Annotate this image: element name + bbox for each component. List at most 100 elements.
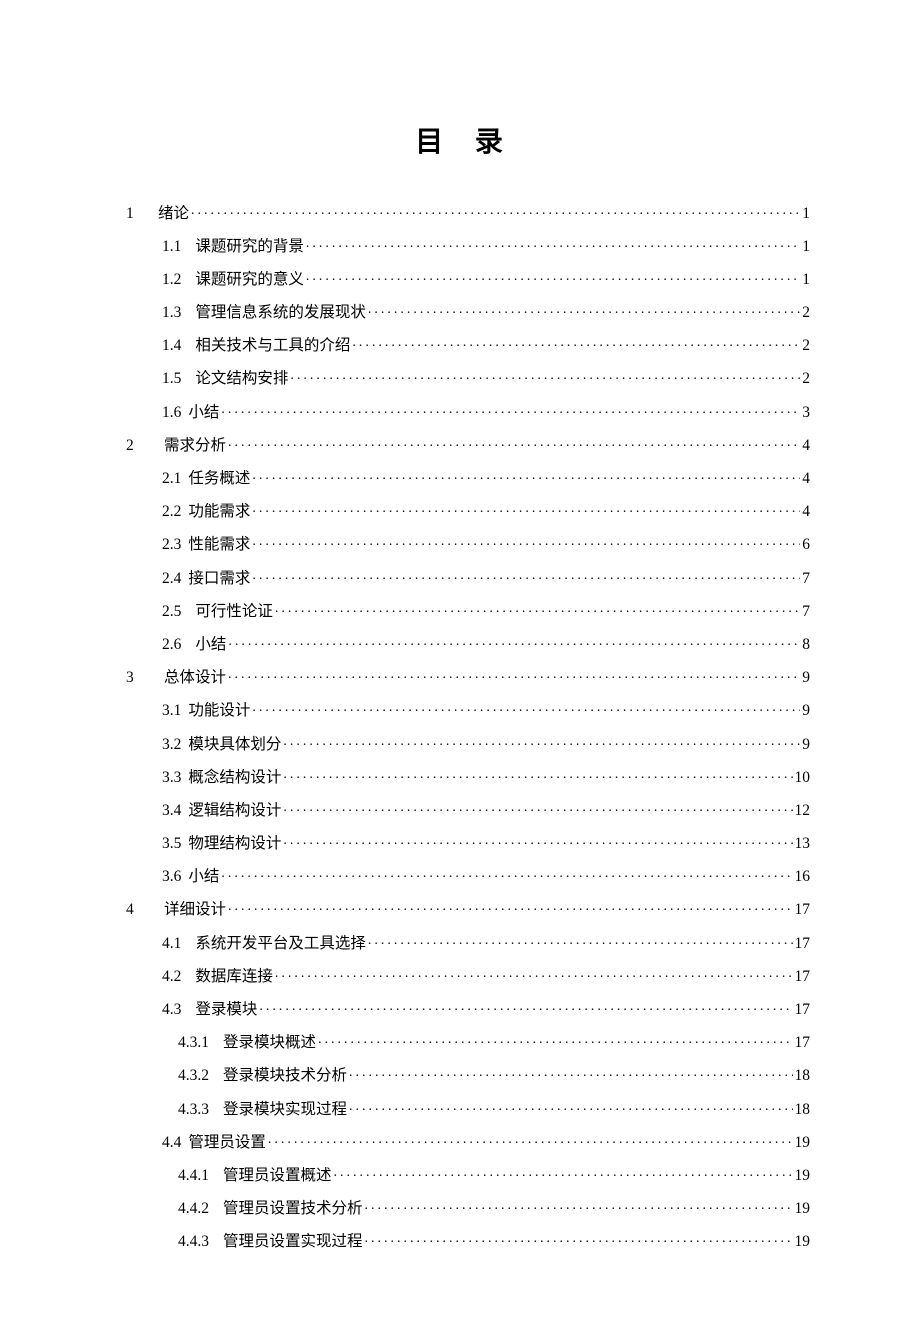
toc-entry: 2需求分析 4	[120, 434, 810, 453]
toc-entry-page: 19	[793, 1168, 811, 1184]
toc-entry-number: 4.4	[162, 1134, 181, 1151]
toc-entry: 3.5物理结构设计13	[120, 833, 810, 852]
toc-dot-leader	[365, 1231, 793, 1247]
toc-entry: 3.1 功能设计 9	[120, 700, 810, 719]
toc-entry-number: 3.1	[162, 702, 181, 719]
toc-entry-page: 9	[800, 670, 810, 686]
toc-entry: 1.5论文结构安排 2	[120, 368, 810, 387]
toc-entry-page: 1	[800, 206, 810, 222]
toc-entry-title: 物理结构设计	[188, 835, 281, 852]
toc-dot-leader	[228, 434, 800, 450]
toc-entry-number: 3.4	[162, 802, 181, 819]
toc-dot-leader	[318, 1032, 792, 1048]
toc-entry-title: 登录模块实现过程	[223, 1101, 347, 1118]
toc-entry: 2.3性能需求6	[120, 534, 810, 553]
toc-entry: 4.3.1登录模块概述17	[120, 1032, 810, 1051]
toc-entry-page: 13	[793, 836, 811, 852]
toc-dot-leader	[252, 468, 800, 484]
toc-entry-number: 4.3.2	[178, 1067, 209, 1084]
toc-entry-page: 19	[793, 1201, 811, 1217]
toc-entry-number: 4.3.1	[178, 1034, 209, 1051]
toc-entry-title: 绪论	[158, 205, 189, 222]
toc-entry-label: 2.4接口需求	[162, 571, 252, 587]
toc-entry: 4.4.1管理员设置概述19	[120, 1164, 810, 1183]
toc-entry-number: 4.1	[162, 935, 181, 952]
toc-entry-page: 8	[800, 637, 810, 653]
toc-dot-leader	[334, 1164, 793, 1180]
table-of-contents: 1 绪论 1 1.1 课题研究的背景 1 1.2课题研究的意义1 1.3管理信息系统的发展现状…	[120, 202, 810, 1250]
toc-entry-title: 管理员设置技术分析	[223, 1200, 363, 1217]
toc-entry-label: 1.5论文结构安排	[162, 371, 290, 387]
toc-entry-label: 4.4.3 管理员设置实现过程	[178, 1234, 365, 1250]
toc-entry: 2.2功能需求4	[120, 501, 810, 520]
toc-entry-number: 3.3	[162, 769, 181, 786]
toc-entry-number: 4.3.3	[178, 1101, 209, 1118]
toc-entry-label: 2.6小结	[162, 637, 228, 653]
toc-dot-leader	[221, 866, 792, 882]
toc-entry-label: 2需求分析	[126, 438, 228, 454]
toc-entry-number: 4	[126, 902, 144, 918]
toc-entry-title: 管理员设置概述	[223, 1167, 332, 1184]
toc-dot-leader	[349, 1098, 792, 1114]
toc-entry-page: 19	[793, 1234, 811, 1250]
toc-entry: 2.5可行性论证7	[120, 600, 810, 619]
toc-entry-title: 课题研究的背景	[195, 238, 304, 255]
toc-entry-title: 小结	[188, 404, 219, 421]
toc-entry-page: 12	[793, 803, 811, 819]
toc-entry-title: 论文结构安排	[195, 370, 288, 387]
toc-dot-leader	[275, 600, 800, 616]
toc-entry-label: 4.1 系统开发平台及工具选择	[162, 936, 368, 952]
toc-entry-number: 4.4.3	[178, 1233, 209, 1250]
toc-entry-page: 17	[793, 936, 811, 952]
toc-entry-page: 17	[793, 1002, 811, 1018]
toc-dot-leader	[228, 899, 792, 915]
toc-entry-number: 4.2	[162, 968, 181, 985]
toc-entry-title: 登录模块概述	[223, 1034, 316, 1051]
toc-dot-leader	[306, 268, 800, 284]
toc-entry-number: 1	[126, 206, 144, 222]
toc-entry: 4.3.3 登录模块实现过程 18	[120, 1098, 810, 1117]
toc-entry: 1.2课题研究的意义1	[120, 268, 810, 287]
toc-entry-page: 2	[800, 371, 810, 387]
toc-entry-page: 16	[793, 869, 811, 885]
toc-entry-number: 1.2	[162, 271, 181, 288]
toc-entry-label: 1.3管理信息系统的发展现状	[162, 305, 368, 321]
toc-entry: 4.1 系统开发平台及工具选择 17	[120, 932, 810, 951]
toc-entry-page: 4	[800, 504, 810, 520]
toc-entry-label: 1.6小结	[162, 405, 221, 421]
toc-entry-label: 4.4管理员设置	[162, 1135, 268, 1151]
toc-entry-label: 4.2数据库连接	[162, 969, 275, 985]
toc-entry-number: 2	[126, 438, 144, 454]
toc-entry-number: 2.5	[162, 603, 181, 620]
toc-entry: 2.1任务概述4	[120, 468, 810, 487]
toc-dot-leader	[306, 235, 800, 251]
toc-dot-leader	[368, 302, 800, 318]
toc-dot-leader	[283, 799, 792, 815]
toc-entry: 4.3登录模块17	[120, 999, 810, 1018]
toc-entry-page: 4	[800, 438, 810, 454]
toc-entry-title: 功能设计	[188, 702, 250, 719]
toc-dot-leader	[283, 766, 792, 782]
toc-entry-page: 7	[800, 571, 810, 587]
toc-entry-page: 9	[800, 703, 810, 719]
toc-entry-label: 3.3概念结构设计	[162, 770, 283, 786]
toc-entry-page: 18	[793, 1102, 811, 1118]
toc-entry-title: 系统开发平台及工具选择	[195, 935, 366, 952]
toc-entry: 1.4相关技术与工具的介绍2	[120, 335, 810, 354]
toc-entry-label: 4.4.2管理员设置技术分析	[178, 1201, 365, 1217]
toc-entry-label: 3.4逻辑结构设计	[162, 803, 283, 819]
toc-entry-number: 1.1	[162, 238, 181, 255]
toc-entry-page: 4	[800, 471, 810, 487]
toc-dot-leader	[252, 700, 800, 716]
toc-entry-title: 登录模块	[195, 1001, 257, 1018]
toc-entry-title: 管理员设置实现过程	[223, 1233, 363, 1250]
toc-dot-leader	[191, 202, 800, 218]
toc-entry-label: 1.4相关技术与工具的介绍	[162, 338, 352, 354]
toc-entry-label: 3.2模块具体划分	[162, 737, 283, 753]
toc-dot-leader	[221, 401, 800, 417]
toc-entry-label: 1.1 课题研究的背景	[162, 239, 306, 255]
toc-entry-page: 1	[800, 239, 810, 255]
toc-entry-label: 4详细设计	[126, 902, 228, 918]
toc-entry-page: 9	[800, 737, 810, 753]
toc-entry: 3总体设计9	[120, 667, 810, 686]
